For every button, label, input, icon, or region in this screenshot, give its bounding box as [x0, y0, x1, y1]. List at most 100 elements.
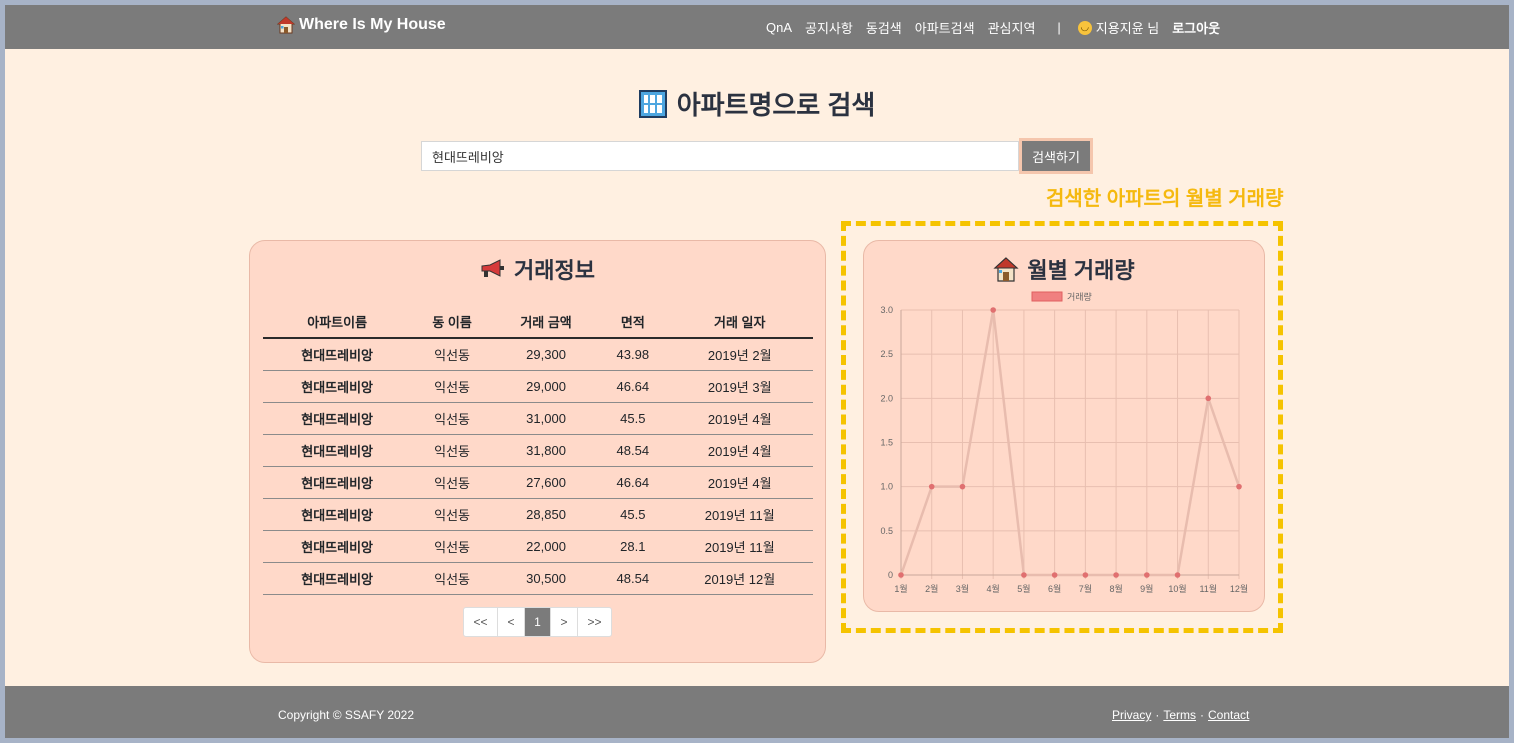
dong-cell: 익선동 [411, 498, 493, 531]
date-cell: 2019년 3월 [666, 370, 813, 403]
nav-links: QnA 공지사항 동검색 아파트검색 관심지역 | ◡ 지용지윤 님 로그아웃 [766, 18, 1220, 37]
legend-label: 거래량 [1067, 291, 1092, 302]
x-tick-label: 6월 [1048, 583, 1061, 594]
column-header[interactable]: 아파트이름 [263, 305, 412, 339]
nav-separator: | [1057, 20, 1061, 35]
pager-page-1[interactable]: 1 [525, 608, 551, 636]
navbar: Where Is My House QnA 공지사항 동검색 아파트검색 관심지… [5, 5, 1509, 49]
footer-separator: · [1200, 708, 1205, 722]
dong-cell: 익선동 [411, 402, 493, 435]
table-row[interactable]: 현대뜨레비앙 익선동 28,850 45.5 2019년 11월 [263, 498, 813, 531]
page-title-text: 아파트명으로 검색 [676, 90, 876, 120]
nav-notice[interactable]: 공지사항 [805, 18, 853, 37]
house-icon [277, 16, 295, 34]
table-row[interactable]: 현대뜨레비앙 익선동 31,000 45.5 2019년 4월 [263, 402, 813, 435]
column-header[interactable]: 거래 일자 [666, 305, 813, 339]
x-tick-label: 12월 [1230, 583, 1248, 594]
data-point [1174, 572, 1181, 578]
apt-name-cell: 현대뜨레비앙 [263, 530, 412, 563]
x-tick-label: 3월 [956, 583, 969, 594]
table-row[interactable]: 현대뜨레비앙 익선동 29,000 46.64 2019년 3월 [263, 370, 813, 403]
deals-table: 아파트이름 동 이름 거래 금액 면적 거래 일자 현대뜨레비앙 익선동 29,30… [263, 305, 813, 595]
apt-name-cell: 현대뜨레비앙 [263, 370, 412, 403]
pager-prev[interactable]: < [498, 608, 525, 636]
area-cell: 46.64 [599, 370, 667, 403]
user-menu[interactable]: ◡ 지용지윤 님 [1077, 18, 1160, 37]
logout-link[interactable]: 로그아웃 [1172, 18, 1220, 37]
price-cell: 22,000 [492, 530, 600, 563]
data-point [1021, 572, 1027, 578]
dong-cell: 익선동 [411, 338, 493, 371]
apt-name-cell: 현대뜨레비앙 [263, 562, 412, 595]
nav-dong-search[interactable]: 동검색 [866, 18, 902, 37]
privacy-link[interactable]: Privacy [1112, 708, 1151, 722]
price-cell: 29,000 [492, 370, 600, 403]
search-button[interactable]: 검색하기 [1019, 138, 1093, 174]
contact-link[interactable]: Contact [1208, 708, 1249, 722]
deals-title-text: 거래정보 [514, 258, 595, 283]
data-point [1205, 395, 1212, 402]
deals-title: 거래정보 [250, 253, 825, 285]
y-tick-label: 0.5 [880, 526, 893, 536]
brand-link[interactable]: Where Is My House [277, 16, 446, 34]
x-tick-label: 11월 [1199, 583, 1217, 594]
table-header-row: 아파트이름 동 이름 거래 금액 면적 거래 일자 [263, 305, 813, 339]
price-cell: 27,600 [492, 466, 600, 499]
data-point [1144, 572, 1150, 578]
x-tick-label: 4월 [987, 583, 1000, 594]
table-row[interactable]: 현대뜨레비앙 익선동 29,300 43.98 2019년 2월 [263, 338, 813, 371]
pager-last[interactable]: >> [578, 608, 611, 636]
building-icon [638, 89, 667, 118]
dong-cell: 익선동 [411, 530, 493, 563]
data-point [1113, 572, 1119, 578]
footer-separator: · [1155, 708, 1160, 722]
footer-links: Privacy · Terms · Contact [1112, 708, 1249, 722]
table-row[interactable]: 현대뜨레비앙 익선동 22,000 28.1 2019년 11월 [263, 530, 813, 563]
data-point [959, 483, 966, 490]
data-point [1051, 572, 1058, 578]
dong-cell: 익선동 [411, 370, 493, 403]
pager-first[interactable]: << [464, 608, 498, 636]
date-cell: 2019년 12월 [666, 562, 813, 595]
monthly-title: 월별 거래량 [864, 253, 1264, 285]
data-point [898, 572, 904, 578]
area-cell: 28.1 [599, 530, 667, 563]
area-cell: 43.98 [599, 338, 667, 371]
x-tick-label: 5월 [1017, 583, 1030, 594]
brand-text: Where Is My House [299, 16, 446, 33]
table-row[interactable]: 현대뜨레비앙 익선동 30,500 48.54 2019년 12월 [263, 562, 813, 595]
apt-name-cell: 현대뜨레비앙 [263, 338, 412, 371]
date-cell: 2019년 2월 [666, 338, 813, 371]
column-header[interactable]: 거래 금액 [492, 305, 600, 339]
x-tick-label: 8월 [1109, 583, 1122, 594]
nav-interest-area[interactable]: 관심지역 [988, 18, 1036, 37]
x-tick-label: 1월 [894, 583, 907, 594]
user-name: 지용지윤 님 [1095, 21, 1160, 36]
apt-name-cell: 현대뜨레비앙 [263, 402, 412, 435]
table-row[interactable]: 현대뜨레비앙 익선동 31,800 48.54 2019년 4월 [263, 434, 813, 467]
column-header[interactable]: 면적 [599, 305, 667, 339]
nav-apt-search[interactable]: 아파트검색 [915, 18, 975, 37]
monthly-card: 월별 거래량 거래량 0 0.5 1.0 1.5 2.0 2.5 3.0 1월 2월 3월 4월 5월 6… [863, 240, 1265, 612]
price-cell: 28,850 [492, 498, 600, 531]
data-point [1236, 483, 1242, 490]
apt-name-cell: 현대뜨레비앙 [263, 498, 412, 531]
dong-cell: 익선동 [411, 466, 493, 499]
page-title: 아파트명으로 검색 [5, 85, 1509, 122]
price-cell: 31,800 [492, 434, 600, 467]
table-row[interactable]: 현대뜨레비앙 익선동 27,600 46.64 2019년 4월 [263, 466, 813, 499]
y-tick-label: 3.0 [880, 305, 893, 315]
area-cell: 45.5 [599, 498, 667, 531]
smile-icon: ◡ [1077, 20, 1092, 35]
terms-link[interactable]: Terms [1163, 708, 1196, 722]
price-cell: 29,300 [492, 338, 600, 371]
date-cell: 2019년 11월 [666, 530, 813, 563]
date-cell: 2019년 4월 [666, 402, 813, 435]
date-cell: 2019년 4월 [666, 434, 813, 467]
search-input[interactable] [421, 141, 1019, 171]
deals-card: 거래정보 아파트이름 동 이름 거래 금액 면적 거래 일자 현대뜨레비앙 익선동… [249, 240, 826, 663]
column-header[interactable]: 동 이름 [411, 305, 493, 339]
apt-name-cell: 현대뜨레비앙 [263, 466, 412, 499]
nav-qna[interactable]: QnA [766, 20, 792, 35]
pager-next[interactable]: > [551, 608, 578, 636]
